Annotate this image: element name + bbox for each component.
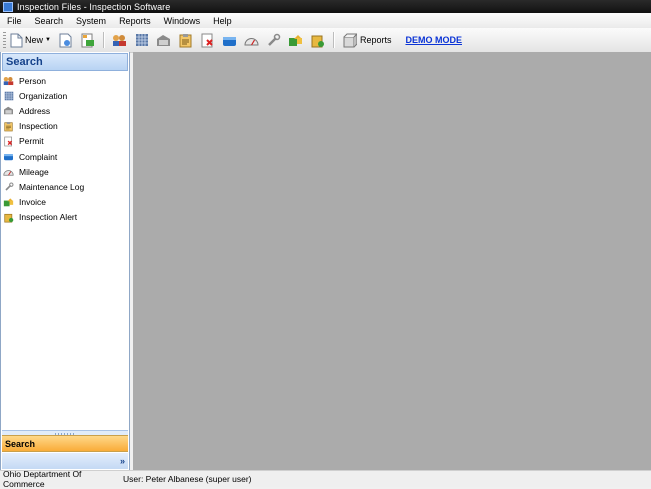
address-icon [157,34,171,46]
toolbar-permit-button[interactable] [199,31,217,49]
search-item-permit[interactable]: Permit [1,134,129,149]
menu-reports[interactable]: Reports [113,16,157,26]
invoice-icon [3,198,14,207]
toolbar-person-button[interactable] [111,31,129,49]
menu-windows[interactable]: Windows [158,16,207,26]
menu-bar: File Search System Reports Windows Help [0,13,651,28]
nav-overflow-bar[interactable]: » [2,453,128,469]
search-item-address[interactable]: Address [1,103,129,118]
search-item-label: Permit [19,136,44,147]
toolbar-address-button[interactable] [155,31,173,49]
search-item-person[interactable]: Person [1,73,129,88]
document-check-icon [59,33,72,47]
toolbar-separator [102,32,105,48]
status-user: User: Peter Albanese (super user) [123,474,252,484]
new-button-label: New [25,35,44,45]
menu-search[interactable]: Search [29,16,70,26]
search-item-invoice[interactable]: Invoice [1,195,129,210]
export-document-button[interactable] [79,31,97,49]
toolbar-organization-button[interactable] [133,31,151,49]
permit-icon [201,33,214,47]
search-item-inspection[interactable]: Inspection [1,119,129,134]
mileage-icon [3,169,14,176]
search-item-label: Invoice [19,197,46,208]
status-organization: Ohio Deptartment Of Commerce [3,469,82,489]
toolbar-maintenance-button[interactable] [265,31,283,49]
search-item-organization[interactable]: Organization [1,88,129,103]
complaint-icon [223,36,237,46]
search-item-label: Complaint [19,151,58,162]
person-icon [3,76,14,85]
search-item-label: Mileage [19,166,49,177]
search-item-mileage[interactable]: Mileage [1,164,129,179]
search-panel-header: Search [2,53,128,71]
mileage-icon [244,37,259,45]
search-item-label: Person [19,75,46,86]
demo-mode-link[interactable]: DEMO MODE [405,35,462,45]
mdi-workspace [133,52,651,470]
menu-help[interactable]: Help [207,16,238,26]
open-document-button[interactable] [57,31,75,49]
menu-file[interactable]: File [1,16,28,26]
new-dropdown-arrow-icon[interactable]: ▼ [45,37,51,43]
search-item-label: Organization [19,90,68,101]
wrench-icon [268,33,281,46]
organization-icon [4,91,13,101]
title-bar: Inspection Files - Inspection Software [0,0,651,13]
document-export-icon [81,33,95,47]
chevron-double-right-icon[interactable]: » [120,456,125,466]
search-panel-title: Search [6,56,43,68]
toolbar-invoice-button[interactable] [287,31,305,49]
person-icon [113,34,127,46]
search-item-complaint[interactable]: Complaint [1,149,129,164]
search-item-label: Inspection Alert [19,212,78,223]
toolbar-mileage-button[interactable] [243,31,261,49]
new-document-icon [10,33,23,47]
inspection-alert-icon [311,35,324,47]
window-title: Inspection Files - Inspection Software [17,1,171,12]
toolbar-grip-icon[interactable] [3,32,6,48]
toolbar-inspection-button[interactable] [177,31,195,49]
invoice-icon [289,35,303,46]
search-nav-button[interactable]: Search [2,435,128,452]
search-item-label: Address [19,105,51,116]
new-button[interactable]: New ▼ [10,33,51,48]
inspection-icon [4,121,13,132]
search-item-label: Maintenance Log [19,181,85,192]
search-item-inspection-alert[interactable]: Inspection Alert [1,210,129,225]
wrench-icon [4,182,13,191]
reports-icon [343,32,357,47]
search-list: Person Organization Address Inspection P… [1,73,129,225]
organization-icon [135,34,148,46]
search-nav-button-label: Search [5,438,36,449]
complaint-icon [4,154,13,161]
search-item-maintenance-log[interactable]: Maintenance Log [1,179,129,194]
inspection-icon [179,33,192,47]
menu-system[interactable]: System [70,16,112,26]
app-icon [3,1,13,12]
toolbar: New ▼ Reports DEMO MODE [0,28,651,53]
address-icon [4,107,13,115]
status-bar: Ohio Deptartment Of Commerce User: Peter… [0,469,651,489]
permit-icon [4,136,13,147]
toolbar-inspection-alert-button[interactable] [309,31,327,49]
toolbar-complaint-button[interactable] [221,31,239,49]
reports-button[interactable]: Reports [341,32,392,48]
search-item-label: Inspection [19,121,58,132]
search-panel: Search Person Organization Address Inspe… [0,52,130,470]
inspection-alert-icon [3,213,13,223]
toolbar-separator [332,32,335,48]
reports-button-label: Reports [359,35,392,45]
